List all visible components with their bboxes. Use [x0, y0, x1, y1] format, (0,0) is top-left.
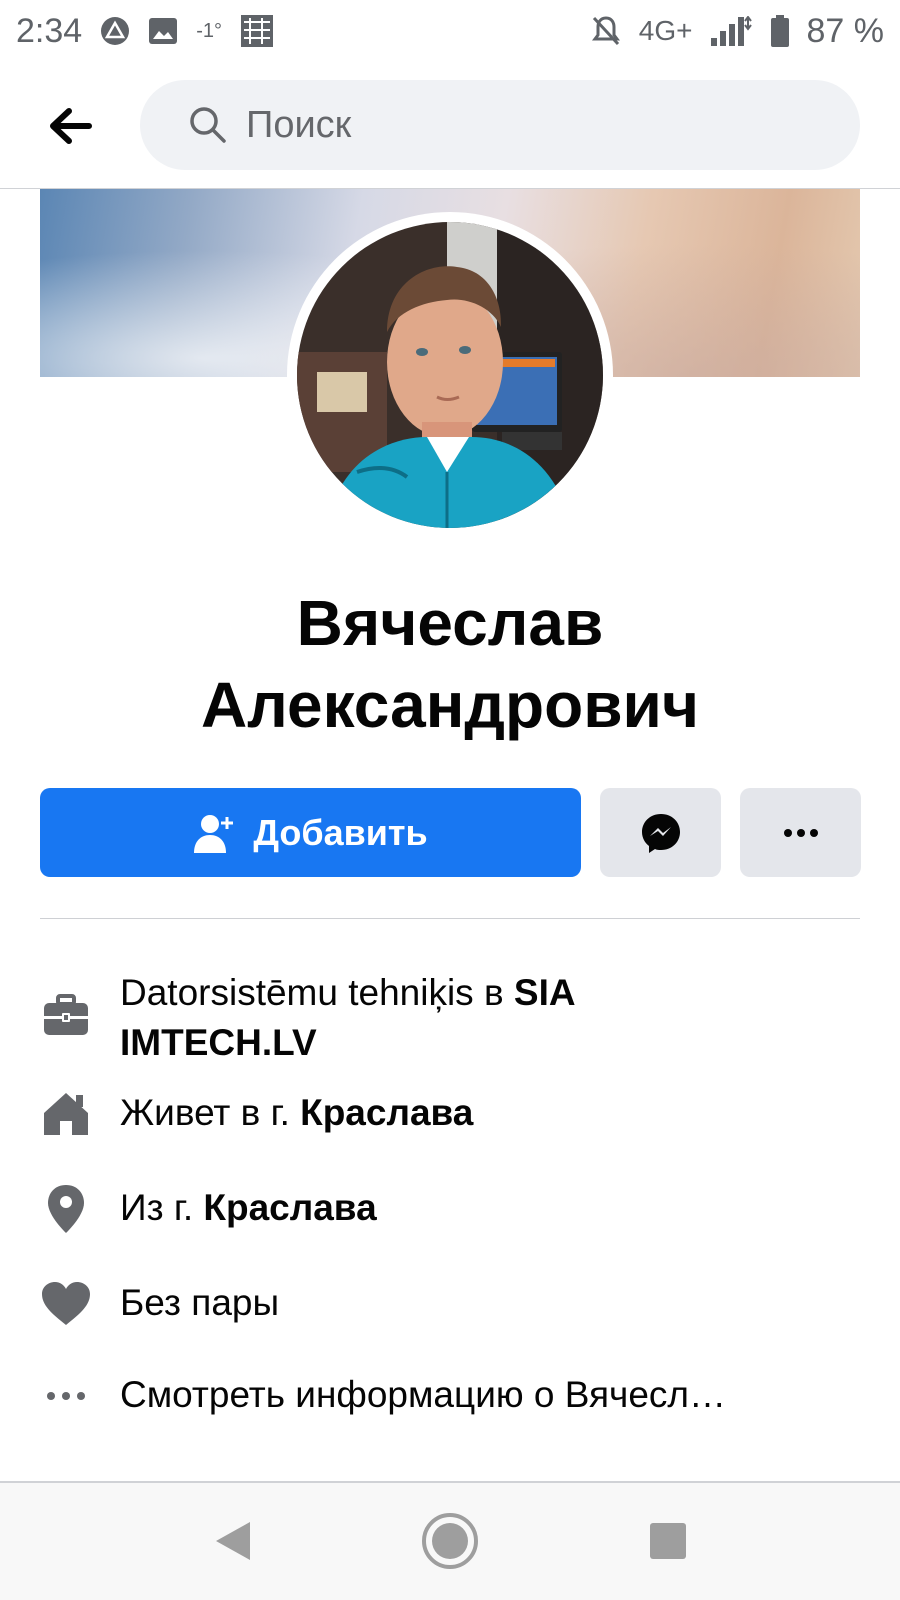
info-from-text: Из г. Краслава [120, 1183, 377, 1233]
info-work-text: Datorsistēmu tehniķis в SIA IMTECH.LV [120, 968, 576, 1068]
nav-home-button[interactable] [420, 1511, 480, 1571]
arrow-left-icon [50, 108, 92, 144]
search-input[interactable] [246, 103, 806, 147]
messenger-icon [641, 813, 680, 853]
status-left: 2:34 -1° [16, 12, 274, 51]
more-horizontal-icon [783, 828, 818, 837]
square-recents-icon [650, 1523, 686, 1559]
back-button[interactable] [38, 94, 102, 158]
see-more-text: Смотреть информацию о Вячесл… [120, 1374, 727, 1415]
profile-name-line2: Александрович [200, 669, 700, 741]
weather-app-icon [240, 14, 274, 48]
search-bar[interactable] [140, 80, 860, 170]
circle-home-icon [422, 1513, 478, 1569]
home-icon [40, 1088, 92, 1140]
relationship-text: Без пары [120, 1282, 280, 1323]
status-bar: 2:34 -1° 4G+ 87 % [0, 0, 900, 62]
nav-recents-button[interactable] [638, 1511, 698, 1571]
battery-icon [770, 15, 789, 47]
profile-avatar[interactable] [297, 222, 603, 528]
alert-triangle-icon [100, 16, 130, 46]
status-right: 4G+ 87 % [591, 12, 884, 51]
avatar-photo [297, 222, 603, 528]
signal-icon [710, 16, 753, 46]
image-icon [148, 17, 178, 45]
from-city[interactable]: Краслава [203, 1187, 376, 1228]
divider [40, 918, 860, 919]
work-company-2[interactable]: IMTECH.LV [120, 1022, 317, 1063]
briefcase-icon [40, 990, 92, 1042]
heart-icon [40, 1278, 92, 1330]
info-see-more[interactable]: Смотреть информацию о Вячесл… [40, 1370, 860, 1422]
add-friend-icon [194, 814, 234, 853]
notifications-off-icon [591, 15, 621, 47]
search-icon [190, 107, 226, 143]
battery-percent: 87 % [806, 11, 885, 50]
nav-back-button[interactable] [202, 1511, 262, 1571]
work-title: Datorsistēmu tehniķis в [120, 972, 514, 1013]
triangle-back-icon [216, 1522, 250, 1560]
info-from[interactable]: Из г. Краслава [40, 1183, 860, 1235]
messenger-button[interactable] [600, 788, 721, 877]
from-prefix: Из г. [120, 1187, 204, 1228]
work-company-1[interactable]: SIA [514, 972, 576, 1013]
network-type: 4G+ [638, 15, 693, 46]
info-work[interactable]: Datorsistēmu tehniķis в SIA IMTECH.LV [40, 968, 860, 1068]
lives-prefix: Живет в г. [120, 1092, 301, 1133]
location-pin-icon [40, 1183, 92, 1235]
status-time: 2:34 [16, 11, 83, 50]
add-friend-button[interactable]: Добавить [40, 788, 581, 877]
system-nav-bar [0, 1483, 900, 1600]
top-app-bar [0, 62, 900, 189]
add-friend-label: Добавить [253, 811, 428, 853]
lives-city[interactable]: Краслава [300, 1092, 473, 1133]
status-temperature: -1° [196, 19, 222, 42]
info-lives[interactable]: Живет в г. Краслава [40, 1088, 860, 1140]
info-relationship[interactable]: Без пары [40, 1278, 860, 1330]
profile-name-line1: Вячеслав [296, 587, 604, 659]
profile-name: Вячеслав Александрович [0, 582, 900, 746]
more-options-button[interactable] [740, 788, 861, 877]
info-lives-text: Живет в г. Краслава [120, 1088, 473, 1138]
more-horizontal-icon [40, 1370, 92, 1422]
